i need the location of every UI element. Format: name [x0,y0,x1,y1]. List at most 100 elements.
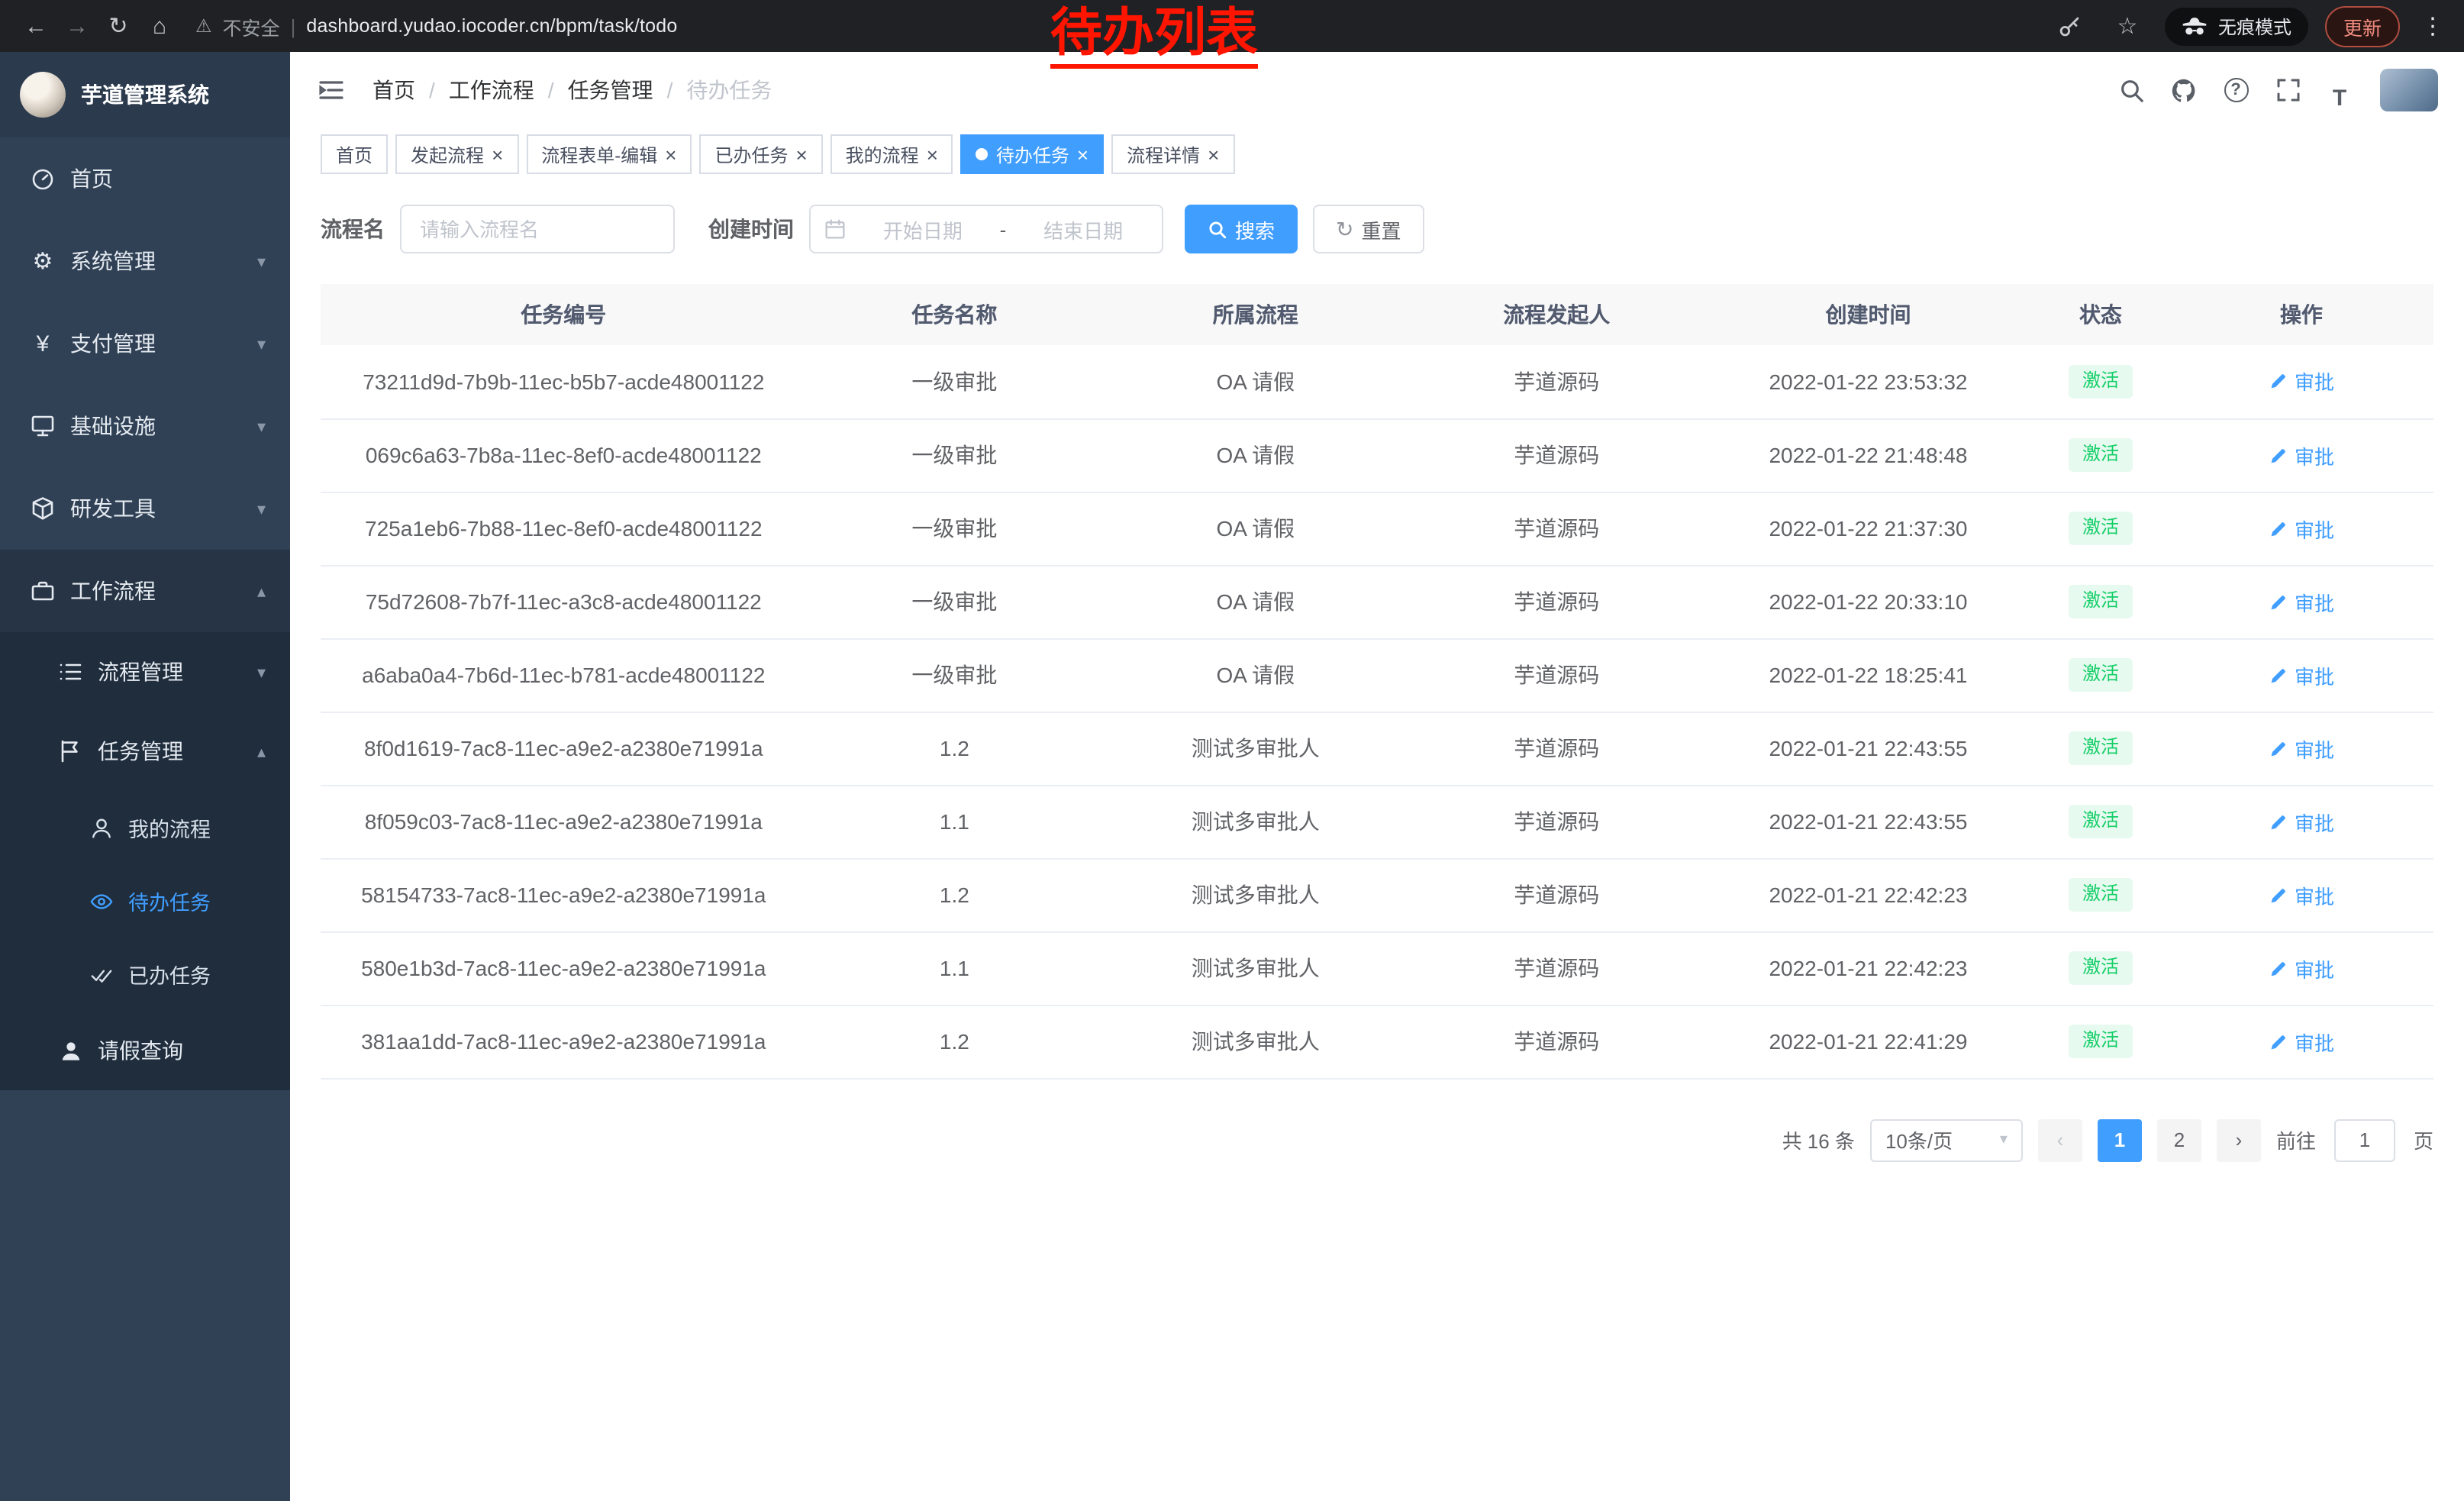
pagination: 共 16 条 10条/页 ▾ ‹ 1 2 › 前往 页 [321,1118,2433,1161]
browser-reload-button[interactable]: ↻ [98,5,139,47]
approve-button[interactable]: 审批 [2269,954,2334,983]
user-avatar[interactable] [2380,69,2438,111]
tab-my-processes[interactable]: 我的流程 × [830,134,953,174]
cell-created: 2022-01-22 20:33:10 [1704,565,2032,638]
browser-menu-icon[interactable]: ⋮ [2417,12,2449,40]
sidebar-item-task-management[interactable]: 任务管理 ▴ [0,712,290,791]
approve-button[interactable]: 审批 [2269,1027,2334,1056]
close-icon[interactable]: × [1208,144,1219,164]
cell-created: 2022-01-22 18:25:41 [1704,638,2032,712]
tab-process-detail[interactable]: 流程详情 × [1111,134,1234,174]
approve-button[interactable]: 审批 [2269,441,2334,470]
cell-task-id: 725a1eb6-7b88-11ec-8ef0-acde48001122 [321,492,807,565]
chevron-down-icon: ▾ [257,662,266,682]
status-badge: 激活 [2069,512,2133,544]
security-label[interactable]: 不安全 [223,11,280,40]
start-date-placeholder[interactable]: 开始日期 [858,215,988,244]
sidebar-item-done-tasks[interactable]: 已办任务 [0,938,290,1011]
tab-process-form-edit[interactable]: 流程表单-编辑 × [526,134,692,174]
cell-process: OA 请假 [1102,492,1408,565]
date-range-picker[interactable]: 开始日期 - 结束日期 [809,205,1163,253]
approve-button[interactable]: 审批 [2269,660,2334,689]
cell-status: 激活 [2032,638,2169,712]
browser-home-button[interactable]: ⌂ [139,5,180,47]
cell-actions: 审批 [2169,345,2433,418]
prev-page-button[interactable]: ‹ [2038,1118,2082,1161]
cell-initiator: 芋道源码 [1408,931,1704,1005]
next-page-button[interactable]: › [2217,1118,2261,1161]
person-icon [89,815,113,840]
sidebar-item-todo-tasks[interactable]: 待办任务 [0,864,290,938]
sidebar-item-home[interactable]: 首页 [0,137,290,220]
pen-icon [2269,445,2288,465]
search-icon [1208,219,1227,239]
page-button-2[interactable]: 2 [2157,1118,2201,1161]
status-badge: 激活 [2069,951,2133,984]
cell-process: OA 请假 [1102,345,1408,418]
reset-button[interactable]: ↻ 重置 [1313,205,1424,253]
sidebar-item-label: 待办任务 [128,886,211,916]
close-icon[interactable]: × [927,144,938,164]
gear-icon: ⚙ [31,249,55,273]
approve-button[interactable]: 审批 [2269,734,2334,763]
sidebar-item-system[interactable]: ⚙ 系统管理 ▾ [0,220,290,302]
sidebar-item-devtools[interactable]: 研发工具 ▾ [0,467,290,550]
total-count: 共 16 条 [1782,1125,1855,1154]
chevron-down-icon: ▾ [257,416,266,436]
tab-home[interactable]: 首页 [321,134,388,174]
tab-done-tasks[interactable]: 已办任务 × [699,134,822,174]
sidebar-item-infrastructure[interactable]: 基础设施 ▾ [0,385,290,467]
user-menu[interactable] [2380,69,2443,111]
address-bar[interactable]: ⚠ 不安全 | dashboard.yudao.iocoder.cn/bpm/t… [195,11,677,40]
breadcrumb-task-management[interactable]: 任务管理 [568,75,653,105]
browser-forward-button[interactable]: → [56,5,98,47]
approve-button[interactable]: 审批 [2269,880,2334,909]
page-url[interactable]: dashboard.yudao.iocoder.cn/bpm/task/todo [306,15,677,37]
approve-button[interactable]: 审批 [2269,367,2334,396]
tab-todo-tasks[interactable]: 待办任务 × [961,134,1104,174]
sidebar-item-my-processes[interactable]: 我的流程 [0,791,290,864]
tab-start-process[interactable]: 发起流程 × [395,134,518,174]
chevron-down-icon: ▾ [257,334,266,353]
status-badge: 激活 [2069,365,2133,398]
bookmark-star-icon[interactable]: ☆ [2107,5,2148,47]
sidebar-toggle-icon[interactable] [311,70,351,110]
breadcrumb-workflow[interactable]: 工作流程 [449,75,534,105]
font-size-icon[interactable]: T [2319,69,2360,111]
approve-button[interactable]: 审批 [2269,807,2334,836]
search-icon[interactable] [2111,69,2153,111]
page-size-select[interactable]: 10条/页 ▾ [1870,1118,2023,1161]
process-name-input[interactable] [400,205,675,253]
table-row: 58154733-7ac8-11ec-a9e2-a2380e71991a 1.2… [321,858,2433,931]
breadcrumb-home[interactable]: 首页 [373,75,415,105]
table-row: 73211d9d-7b9b-11ec-b5b7-acde48001122 一级审… [321,345,2433,418]
close-icon[interactable]: × [1077,144,1088,164]
sidebar-item-payment[interactable]: ¥ 支付管理 ▾ [0,302,290,385]
github-icon[interactable] [2163,69,2204,111]
breadcrumb-separator: / [548,78,554,102]
sidebar-item-process-management[interactable]: 流程管理 ▾ [0,632,290,712]
goto-page-input[interactable] [2334,1118,2395,1161]
page-button-1[interactable]: 1 [2098,1118,2142,1161]
browser-back-button[interactable]: ← [15,5,56,47]
incognito-badge: 无痕模式 [2165,7,2308,45]
sidebar-item-workflow[interactable]: 工作流程 ▴ [0,550,290,632]
cell-initiator: 芋道源码 [1408,1005,1704,1078]
key-icon[interactable] [2049,5,2090,47]
search-button[interactable]: 搜索 [1185,205,1298,253]
sidebar-item-label: 系统管理 [70,246,156,276]
cell-created: 2022-01-21 22:42:23 [1704,858,2032,931]
close-icon[interactable]: × [795,144,807,164]
end-date-placeholder[interactable]: 结束日期 [1018,215,1148,244]
help-icon[interactable]: ? [2215,69,2256,111]
approve-button[interactable]: 审批 [2269,514,2334,543]
cell-task-name: 一级审批 [807,638,1103,712]
close-icon[interactable]: × [665,144,676,164]
sidebar-item-leave-query[interactable]: 请假查询 [0,1011,290,1090]
approve-button[interactable]: 审批 [2269,587,2334,616]
sidebar-logo[interactable]: 芋道管理系统 [0,52,290,137]
close-icon[interactable]: × [492,144,503,164]
update-button[interactable]: 更新 [2325,5,2400,47]
cell-task-name: 一级审批 [807,492,1103,565]
fullscreen-icon[interactable] [2267,69,2308,111]
